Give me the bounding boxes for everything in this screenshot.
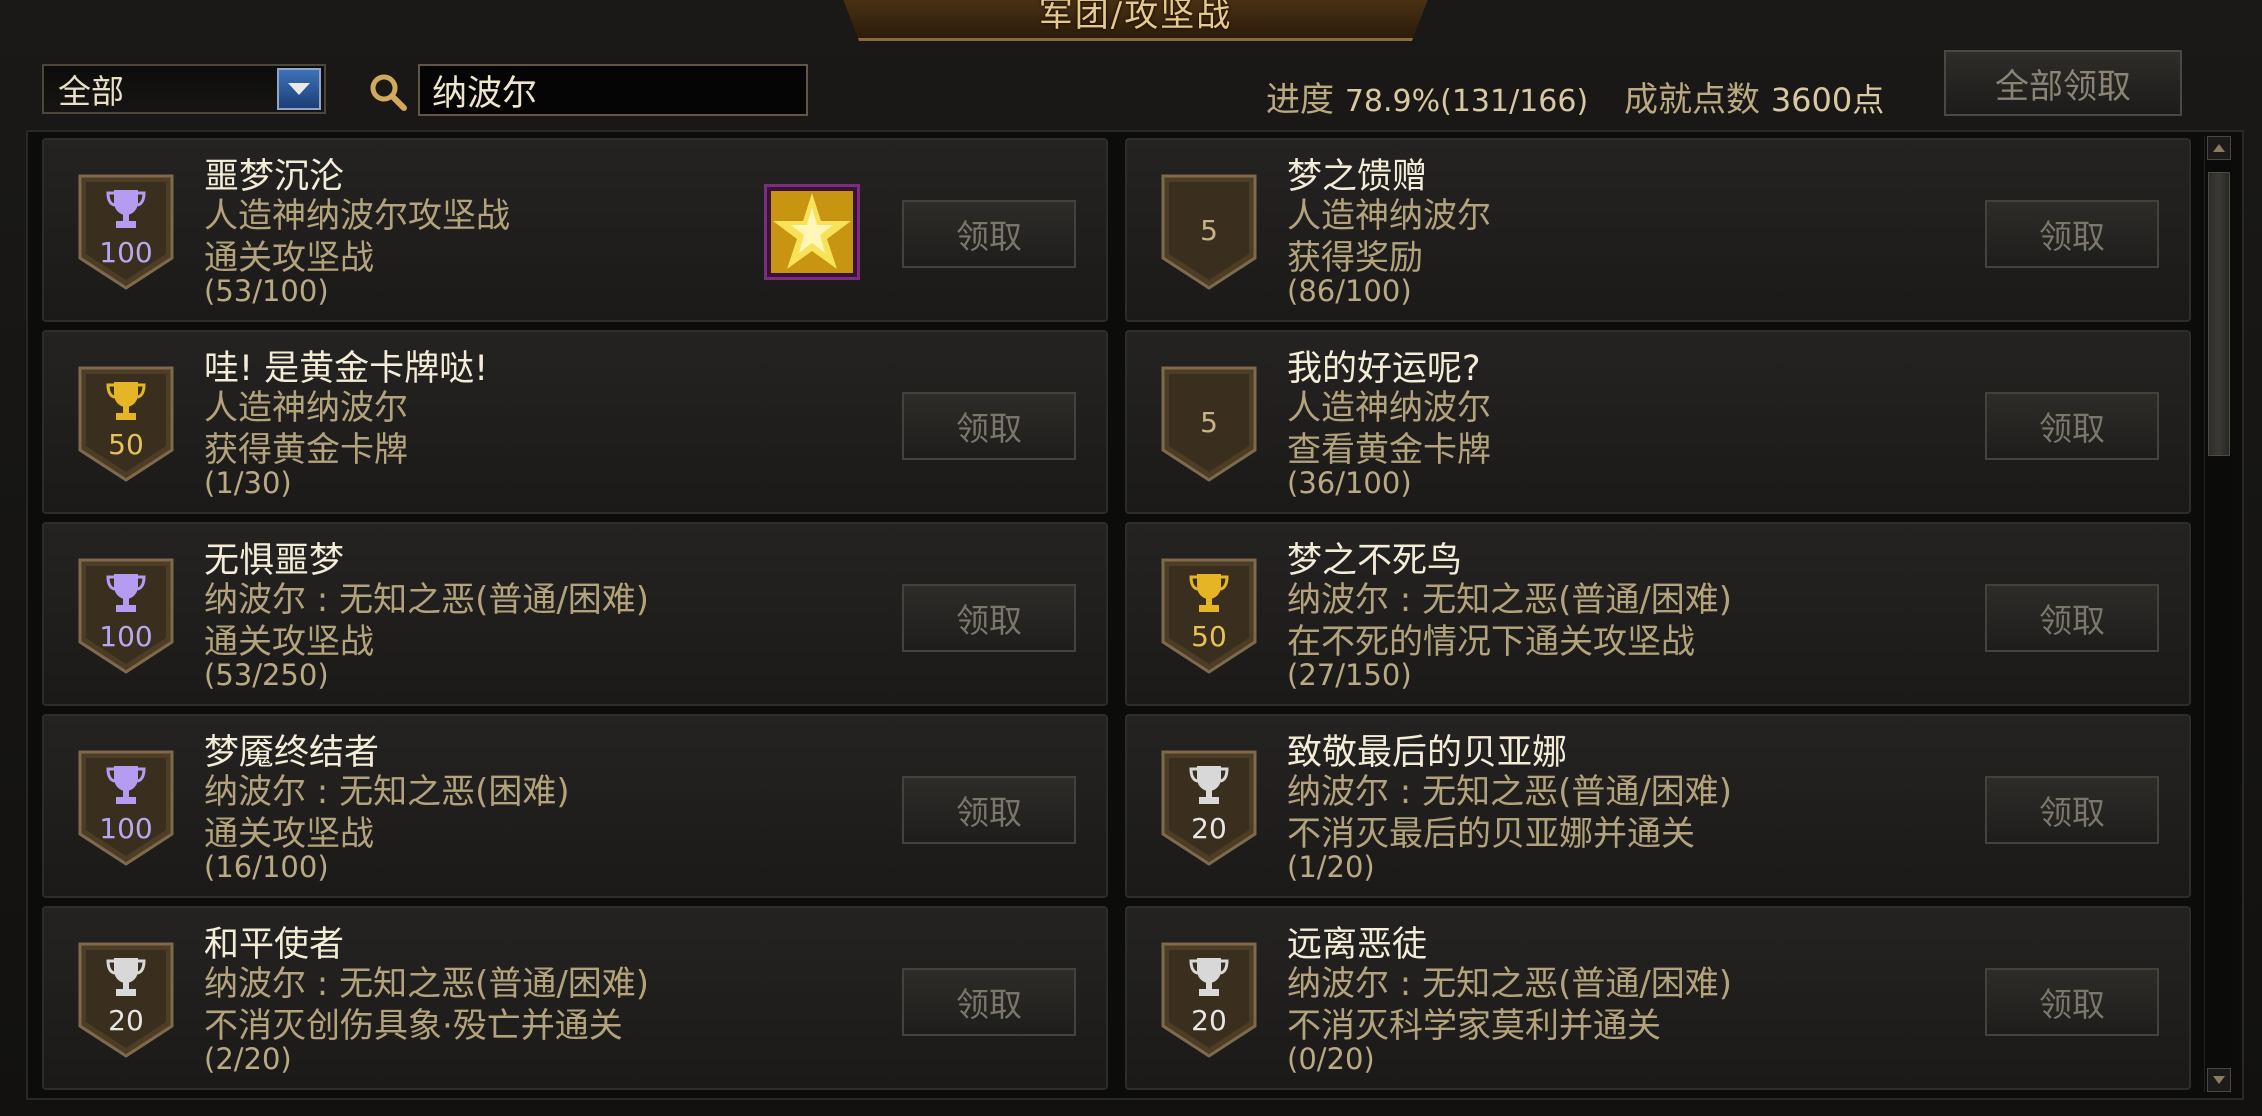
chevron-down-icon <box>2213 1076 2225 1084</box>
achievement-progress: (16/100) <box>204 850 329 884</box>
achievement-progress: (53/100) <box>204 274 329 308</box>
achievement-badge: 20 <box>1161 942 1257 1058</box>
search-input[interactable] <box>418 64 808 116</box>
achievement-condition: 通关攻坚战 <box>204 814 374 854</box>
title-banner: 军团/攻坚战 <box>835 0 1436 41</box>
achievement-list: 100 噩梦沉沦 人造神纳波尔攻坚战 通关攻坚战 (53/100) 领取 5 梦之馈赠 人造神纳… <box>26 130 2244 1100</box>
achievement-condition: 获得黄金卡牌 <box>204 430 408 470</box>
achievement-badge: 100 <box>78 174 174 290</box>
progress-label: 进度 <box>1266 80 1334 120</box>
achievement-progress: (0/20) <box>1287 1042 1375 1076</box>
achievement-points-value: 5 <box>1200 214 1218 247</box>
achievement-badge: 100 <box>78 558 174 674</box>
achievement-points-value: 20 <box>108 1004 144 1037</box>
trophy-icon <box>106 382 146 420</box>
achievement-badge: 20 <box>1161 750 1257 866</box>
progress-readout: 进度 78.9%(131/166) <box>1266 72 1588 121</box>
claim-button[interactable]: 领取 <box>902 584 1076 652</box>
achievement-progress: (36/100) <box>1287 466 1412 500</box>
achievement-badge: 5 <box>1161 174 1257 290</box>
trophy-icon <box>1189 766 1229 804</box>
achievement-card: 50 梦之不死鸟 纳波尔 : 无知之恶(普通/困难) 在不死的情况下通关攻坚战 (27/… <box>1125 522 2191 706</box>
claim-button[interactable]: 领取 <box>1985 392 2159 460</box>
trophy-icon <box>106 766 146 804</box>
scrollbar[interactable] <box>2204 136 2233 1092</box>
achievement-condition: 在不死的情况下通关攻坚战 <box>1287 622 1695 662</box>
achievement-points-value: 100 <box>99 236 153 269</box>
achievement-progress: (1/20) <box>1287 850 1375 884</box>
achievement-card: 5 梦之馈赠 人造神纳波尔 获得奖励 (86/100) 领取 <box>1125 138 2191 322</box>
points-label: 成就点数 <box>1624 80 1760 120</box>
achievement-points-value: 100 <box>99 620 153 653</box>
achievement-points-value: 20 <box>1191 1004 1227 1037</box>
achievement-condition: 获得奖励 <box>1287 238 1423 278</box>
points-value: 3600点 <box>1770 81 1885 119</box>
achievement-points-value: 50 <box>108 428 144 461</box>
category-dropdown[interactable]: 全部 <box>42 64 326 114</box>
search-icon <box>370 74 407 111</box>
claim-all-button[interactable]: 全部领取 <box>1944 50 2182 116</box>
achievement-card: 50 哇! 是黄金卡牌哒! 人造神纳波尔 获得黄金卡牌 (1/30) 领取 <box>42 330 1108 514</box>
achievement-condition: 查看黄金卡牌 <box>1287 430 1491 470</box>
progress-value: 78.9%(131/166) <box>1344 84 1589 119</box>
claim-button[interactable]: 领取 <box>902 968 1076 1036</box>
achievement-condition: 不消灭创伤具象·殁亡并通关 <box>204 1006 623 1046</box>
golden-card-icon <box>771 191 853 273</box>
claim-button[interactable]: 领取 <box>902 392 1076 460</box>
achievement-card: 100 梦魇终结者 纳波尔 : 无知之恶(困难) 通关攻坚战 (16/100) 领取 <box>42 714 1108 898</box>
achievement-badge: 100 <box>78 750 174 866</box>
claim-button[interactable]: 领取 <box>1985 776 2159 844</box>
trophy-icon <box>1189 958 1229 996</box>
achievement-card: 100 噩梦沉沦 人造神纳波尔攻坚战 通关攻坚战 (53/100) 领取 <box>42 138 1108 322</box>
trophy-icon <box>106 958 146 996</box>
achievement-condition: 通关攻坚战 <box>204 622 374 662</box>
achievement-condition: 不消灭科学家莫利并通关 <box>1287 1006 1661 1046</box>
reward-item-slot[interactable] <box>764 184 860 280</box>
trophy-icon <box>106 574 146 612</box>
achievement-badge: 5 <box>1161 366 1257 482</box>
achievement-progress: (1/30) <box>204 466 292 500</box>
trophy-icon <box>1189 574 1229 612</box>
trophy-icon <box>106 190 146 228</box>
chevron-down-icon <box>288 83 310 95</box>
achievement-card: 20 致敬最后的贝亚娜 纳波尔 : 无知之恶(普通/困难) 不消灭最后的贝亚娜并通关(… <box>1125 714 2191 898</box>
achievement-progress: (2/20) <box>204 1042 292 1076</box>
achievement-badge: 50 <box>78 366 174 482</box>
claim-button[interactable]: 领取 <box>1985 968 2159 1036</box>
claim-button[interactable]: 领取 <box>1985 200 2159 268</box>
achievement-card: 100 无惧噩梦 纳波尔 : 无知之恶(普通/困难) 通关攻坚战 (53/250) 领取 <box>42 522 1108 706</box>
achievement-condition: 不消灭最后的贝亚娜并通关 <box>1287 814 1695 854</box>
achievement-condition: 通关攻坚战 <box>204 238 374 278</box>
claim-button[interactable]: 领取 <box>902 776 1076 844</box>
achievement-points-value: 50 <box>1191 620 1227 653</box>
chevron-up-icon <box>2213 144 2225 152</box>
scroll-down-button[interactable] <box>2207 1068 2231 1092</box>
achievement-points-value: 5 <box>1200 406 1218 439</box>
achievement-badge: 20 <box>78 942 174 1058</box>
achievement-badge: 50 <box>1161 558 1257 674</box>
achievement-points: 成就点数 3600点 <box>1624 72 1884 121</box>
window-title: 军团/攻坚战 <box>1038 0 1233 35</box>
dropdown-arrow-button[interactable] <box>277 68 321 110</box>
scroll-up-button[interactable] <box>2207 136 2231 160</box>
achievement-progress: (27/150) <box>1287 658 1412 692</box>
category-dropdown-value: 全部 <box>58 72 124 111</box>
achievement-points-value: 20 <box>1191 812 1227 845</box>
achievement-progress: (86/100) <box>1287 274 1412 308</box>
achievement-progress: (53/250) <box>204 658 329 692</box>
claim-button[interactable]: 领取 <box>1985 584 2159 652</box>
claim-button[interactable]: 领取 <box>902 200 1076 268</box>
achievement-card: 20 和平使者 纳波尔 : 无知之恶(普通/困难) 不消灭创伤具象·殁亡并通关 (2/2… <box>42 906 1108 1090</box>
scroll-thumb[interactable] <box>2208 172 2230 456</box>
achievement-points-value: 100 <box>99 812 153 845</box>
achievement-card: 5 我的好运呢? 人造神纳波尔 查看黄金卡牌 (36/100) 领取 <box>1125 330 2191 514</box>
achievement-card: 20 远离恶徒 纳波尔 : 无知之恶(普通/困难) 不消灭科学家莫利并通关 (0/20)… <box>1125 906 2191 1090</box>
